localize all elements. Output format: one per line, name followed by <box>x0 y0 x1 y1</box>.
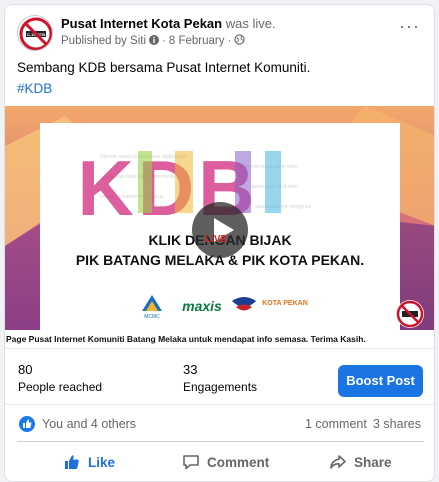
no-covid-icon <box>396 300 424 328</box>
info-icon[interactable] <box>149 34 160 48</box>
live-badge: LIVE <box>205 234 228 245</box>
more-options-button[interactable]: ··· <box>399 17 420 35</box>
page-name-link[interactable]: Pusat Internet Kota Pekan <box>61 16 222 31</box>
post-meta: Published by Siti · 8 February · <box>61 34 246 48</box>
reactions-text[interactable]: You and 4 others <box>42 417 136 431</box>
published-by: Published by Siti <box>61 35 147 47</box>
news-ticker: Page Pusat Internet Komuniti Batang Mela… <box>5 330 434 348</box>
meta-separator: · <box>227 35 232 47</box>
svg-text:KOTA PEKAN: KOTA PEKAN <box>262 300 308 307</box>
boost-post-button[interactable]: Boost Post <box>338 365 423 397</box>
like-label: Like <box>88 454 116 470</box>
post-actions: Like Comment Share <box>17 441 424 481</box>
share-icon <box>330 455 346 469</box>
mcmc-logo: MCMC <box>142 295 162 320</box>
was-live-text: was live. <box>225 16 276 31</box>
like-reaction-icon[interactable] <box>19 416 35 432</box>
comment-button[interactable]: Comment <box>182 442 270 481</box>
engagements-label: Engagements <box>183 380 258 394</box>
shares-count[interactable]: 3 shares <box>373 417 421 431</box>
svg-text:MCMC: MCMC <box>144 314 160 320</box>
page-name: Pusat Internet Kota Pekan was live. <box>61 16 276 31</box>
post-header: C-19-RTB Pusat Internet Kota Pekan was l… <box>5 5 434 53</box>
post-insights: 80 People reached 33 Engagements Boost P… <box>5 348 434 403</box>
post-text: Sembang KDB bersama Pusat Internet Komun… <box>17 60 311 75</box>
no-covid-icon: C-19-RTB <box>19 17 52 50</box>
engagements-count: 33 <box>183 362 198 377</box>
maxis-logo: maxis <box>182 298 222 314</box>
reactions-summary: You and 4 others 1 comment 3 shares <box>5 404 434 440</box>
comment-icon <box>183 455 199 470</box>
like-button[interactable]: Like <box>63 442 116 481</box>
thumbs-up-icon <box>65 455 79 469</box>
meta-separator: · <box>162 35 166 47</box>
globe-icon <box>234 34 246 48</box>
page-avatar[interactable]: C-19-RTB <box>17 15 53 51</box>
ministry-logo <box>232 297 256 311</box>
no-covid-logo <box>396 300 424 328</box>
post-date[interactable]: 8 February <box>169 35 225 47</box>
play-icon <box>214 218 234 242</box>
hashtag-link[interactable]: #KDB <box>17 81 52 96</box>
play-button[interactable] <box>192 202 248 258</box>
comment-label: Comment <box>207 454 270 470</box>
reached-label: People reached <box>18 380 103 394</box>
post-card: C-19-RTB Pusat Internet Kota Pekan was l… <box>4 4 435 482</box>
share-button[interactable]: Share <box>329 442 392 481</box>
svg-text:akaun selamat pengguna: akaun selamat pengguna <box>255 204 311 210</box>
comments-count[interactable]: 1 comment <box>305 417 367 431</box>
kota-pekan-logo: KOTA PEKAN <box>262 293 308 315</box>
share-label: Share <box>354 454 392 470</box>
live-video[interactable]: internet sosial keselamatan digital bija… <box>5 106 434 348</box>
reached-count: 80 <box>18 362 33 377</box>
